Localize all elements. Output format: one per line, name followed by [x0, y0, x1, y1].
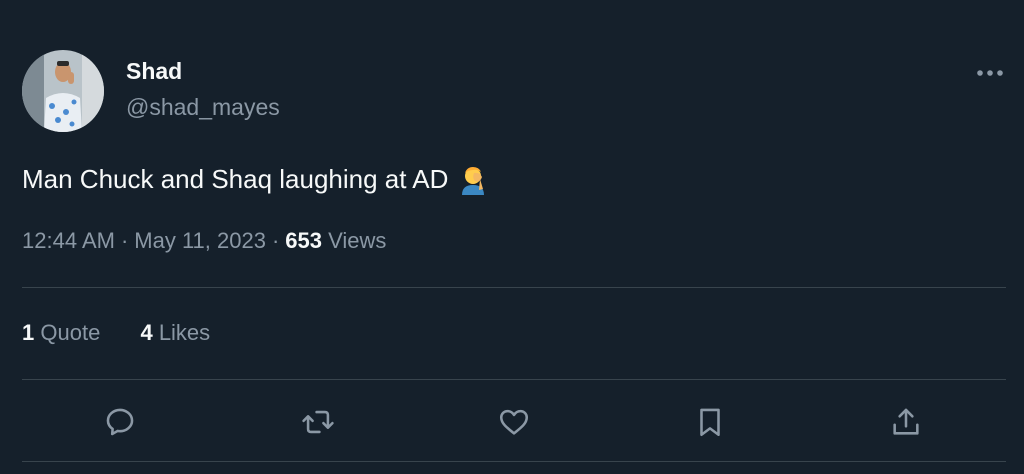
tweet-text: Man Chuck and Shaq laughing at AD — [22, 164, 488, 195]
bookmark-button[interactable] — [688, 400, 732, 444]
retweet-icon — [302, 410, 334, 434]
divider — [22, 379, 1006, 380]
views-count: 653 — [285, 228, 323, 253]
reply-icon — [106, 408, 134, 436]
views-label: Views — [328, 228, 387, 253]
tweet-text-content: Man Chuck and Shaq laughing at AD — [22, 164, 449, 194]
divider — [22, 461, 1006, 462]
divider — [22, 287, 1006, 288]
bookmark-icon — [700, 408, 720, 437]
heart-icon — [499, 409, 529, 435]
face-palm-emoji-icon — [458, 165, 488, 195]
tweet-card: Shad @shad_mayes Man Chuck and Shaq laug… — [0, 0, 1024, 474]
like-button[interactable] — [492, 400, 536, 444]
avatar[interactable] — [22, 50, 104, 132]
action-bar — [22, 400, 1006, 444]
likes-label: Likes — [158, 320, 211, 345]
quotes-stat[interactable]: 1 Quote — [22, 320, 100, 346]
meta-separator: · — [120, 228, 129, 253]
likes-count: 4 — [140, 320, 153, 345]
tweet-stats: 1 Quote 4 Likes — [22, 320, 210, 346]
tweet-time[interactable]: 12:44 AM — [22, 228, 115, 253]
share-button[interactable] — [884, 400, 928, 444]
more-options-button[interactable] — [970, 58, 1010, 88]
author-handle[interactable]: @shad_mayes — [126, 94, 280, 121]
quotes-label: Quote — [40, 320, 101, 345]
meta-separator: · — [271, 228, 280, 253]
quotes-count: 1 — [22, 320, 35, 345]
reply-button[interactable] — [98, 400, 142, 444]
avatar-photo — [22, 50, 104, 132]
tweet-date[interactable]: May 11, 2023 — [134, 228, 266, 253]
retweet-button[interactable] — [296, 400, 340, 444]
more-dots-icon — [977, 70, 1003, 76]
share-icon — [893, 408, 919, 435]
author-display-name[interactable]: Shad — [126, 58, 182, 85]
likes-stat[interactable]: 4 Likes — [140, 320, 210, 346]
tweet-meta: 12:44 AM · May 11, 2023 · 653 Views — [22, 228, 386, 254]
